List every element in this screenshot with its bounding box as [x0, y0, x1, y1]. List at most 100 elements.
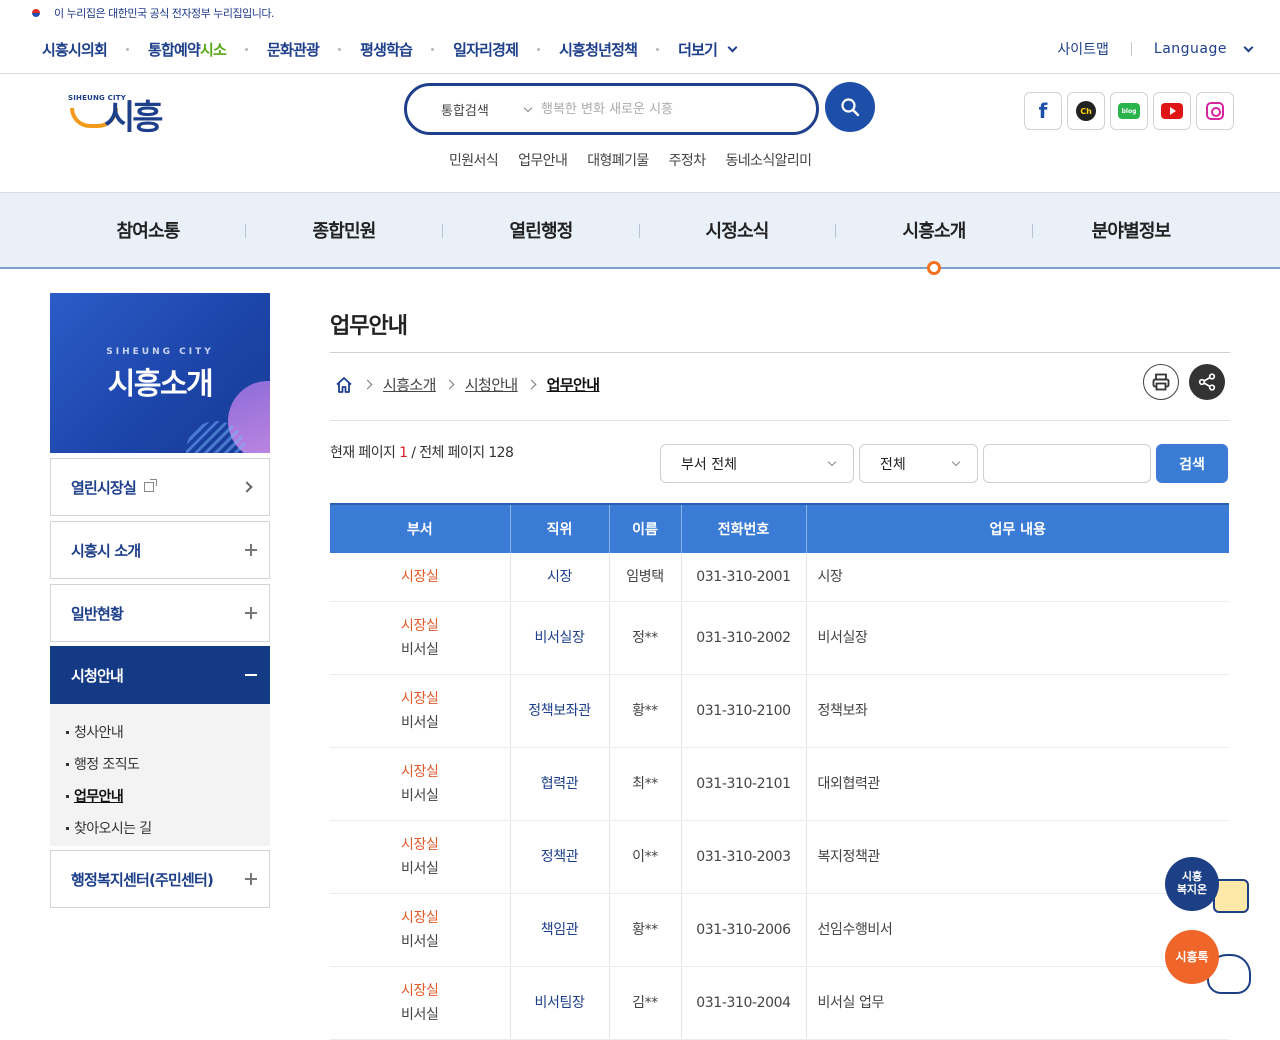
side-item-about-city[interactable]: 시흥시 소개	[50, 521, 270, 579]
facebook-link[interactable]: f	[1024, 92, 1062, 130]
search-category-select[interactable]: 통합검색	[407, 100, 541, 119]
plus-icon	[245, 544, 257, 556]
instagram-link[interactable]	[1196, 92, 1234, 130]
cell-phone: 031-310-2006	[680, 893, 806, 967]
home-link[interactable]	[334, 375, 354, 395]
blog-link[interactable]: blog	[1110, 92, 1148, 130]
youtube-link[interactable]	[1153, 92, 1191, 130]
gnb-field-info[interactable]: 분야별정보	[1092, 217, 1172, 243]
topnav-youth[interactable]: 시흥청년정책	[559, 39, 638, 60]
keyword-input[interactable]	[983, 444, 1151, 483]
site-logo[interactable]: SIHEUNG CITY 시흥	[66, 90, 166, 138]
chevron-down-icon	[523, 103, 533, 112]
plus-icon	[245, 607, 257, 619]
siheung-talk-button[interactable]: 시흥톡	[1165, 930, 1251, 996]
topnav-reservation-label: 통합예약	[148, 40, 201, 59]
current-page: 1	[399, 445, 408, 461]
cell-dept: 시장실 비서실	[330, 820, 510, 894]
topnav-culture[interactable]: 문화관광	[267, 39, 320, 60]
dept-main: 시장실	[401, 690, 439, 707]
sns-links: f Ch blog	[1024, 92, 1234, 130]
cell-position: 정책보좌관	[509, 674, 609, 748]
breadcrumb-current[interactable]: 업무안내	[547, 374, 600, 395]
search-button[interactable]	[825, 82, 875, 132]
print-button[interactable]	[1143, 364, 1179, 400]
facebook-icon: f	[1038, 99, 1048, 123]
cell-dept: 시장실 비서실	[330, 674, 510, 748]
quicklink-forms[interactable]: 민원서식	[449, 150, 499, 170]
table-row: 시장실 시장 임병택 031-310-2001 시장	[330, 553, 1229, 602]
welfare-on-button[interactable]: 시흥 복지온	[1165, 857, 1251, 917]
filter-search-button[interactable]: 검색	[1156, 444, 1228, 483]
gnb-civil-service[interactable]: 종합민원	[312, 217, 376, 243]
chevron-right-icon	[526, 379, 537, 390]
topnav-more-label: 더보기	[678, 40, 718, 59]
table-row: 시장실 비서실 정책관 이** 031-310-2003 복지정책관	[330, 820, 1229, 894]
kakao-channel-link[interactable]: Ch	[1067, 92, 1105, 130]
gnb-city-news[interactable]: 시정소식	[705, 217, 769, 243]
quicklink-parking[interactable]: 주정차	[669, 150, 706, 170]
quicklink-bulky-waste[interactable]: 대형폐기물	[587, 150, 649, 170]
chevron-down-icon	[951, 457, 961, 467]
search-icon	[841, 98, 860, 117]
search-input[interactable]	[541, 101, 781, 117]
side-sub-list: 청사안내 행정 조직도 업무안내 찾아오시는 길	[50, 704, 270, 846]
field-select[interactable]: 전체	[859, 444, 978, 483]
side-item-city-hall-guide[interactable]: 시청안내	[50, 646, 270, 704]
quicklink-work-guide[interactable]: 업무안내	[518, 150, 568, 170]
nav-dot	[338, 47, 342, 51]
col-dept: 부서	[330, 503, 510, 553]
cell-phone: 031-310-2100	[680, 674, 806, 748]
cell-position: 비서실장	[509, 601, 609, 675]
dept-main: 시장실	[401, 763, 439, 780]
siheung-talk-label: 시흥톡	[1165, 930, 1219, 984]
table-row: 시장실 비서실 책임관 황** 031-310-2006 선임수행비서	[330, 893, 1229, 967]
side-item-welfare-center[interactable]: 행정복지센터(주민센터)	[50, 850, 270, 908]
topnav-jobs[interactable]: 일자리경제	[453, 39, 519, 60]
cell-name: 최**	[608, 747, 681, 821]
divider	[330, 420, 1230, 421]
sub-item-building[interactable]: 청사안내	[66, 716, 270, 748]
dept-main: 시장실	[401, 982, 439, 999]
table-row: 시장실 비서실 비서팀장 김** 031-310-2004 비서실 업무	[330, 966, 1229, 1040]
nav-dot	[537, 47, 541, 51]
topnav-council[interactable]: 시흥시의회	[42, 39, 108, 60]
plus-icon	[245, 873, 257, 885]
table-row: 시장실 비서실 비서실장 정** 031-310-2002 비서실장	[330, 601, 1229, 675]
cell-dept: 시장실 비서실	[330, 747, 510, 821]
quicklink-neighborhood-news[interactable]: 동네소식알리미	[726, 150, 813, 170]
sub-item-directions[interactable]: 찾아오시는 길	[66, 812, 270, 844]
sub-item-org-chart[interactable]: 행정 조직도	[66, 748, 270, 780]
dept-select[interactable]: 부서 전체	[660, 444, 854, 483]
external-link-icon	[144, 479, 158, 492]
topnav-reservation[interactable]: 통합예약시소	[148, 39, 227, 60]
nav-dot	[126, 47, 130, 51]
breadcrumb-city-hall[interactable]: 시청안내	[465, 374, 518, 395]
gnb-open-admin[interactable]: 열린행정	[509, 217, 573, 243]
share-button[interactable]	[1189, 364, 1225, 400]
dept-sub: 비서실	[401, 714, 439, 731]
gnb-participation[interactable]: 참여소통	[116, 217, 180, 243]
active-menu-marker	[927, 261, 941, 275]
gov-notice: 이 누리집은 대한민국 공식 전자정부 누리집입니다.	[28, 4, 275, 22]
divider	[835, 224, 836, 238]
side-item-open-mayor[interactable]: 열린시장실	[50, 458, 270, 516]
side-item-general-status[interactable]: 일반현황	[50, 584, 270, 642]
dept-main: 시장실	[401, 617, 439, 634]
cell-name: 정**	[608, 601, 681, 675]
topnav-more[interactable]: 더보기	[678, 39, 738, 60]
language-select[interactable]: Language	[1154, 41, 1254, 57]
cell-position: 비서팀장	[509, 966, 609, 1040]
cell-dept: 시장실 비서실	[330, 966, 510, 1040]
sitemap-link[interactable]: 사이트맵	[1057, 39, 1109, 59]
cell-phone: 031-310-2002	[680, 601, 806, 675]
gnb-about-siheung[interactable]: 시흥소개	[902, 217, 966, 243]
topnav-learning[interactable]: 평생학습	[360, 39, 413, 60]
field-select-value: 전체	[880, 456, 906, 473]
col-task: 업무 내용	[805, 503, 1229, 553]
side-item-label: 열린시장실	[71, 478, 137, 497]
sub-item-work-guide[interactable]: 업무안내	[66, 780, 270, 812]
breadcrumb-about[interactable]: 시흥소개	[383, 374, 436, 395]
home-icon	[336, 376, 352, 393]
main-nav: 참여소통 종합민원 열린행정 시정소식 시흥소개 분야별정보	[0, 192, 1280, 275]
